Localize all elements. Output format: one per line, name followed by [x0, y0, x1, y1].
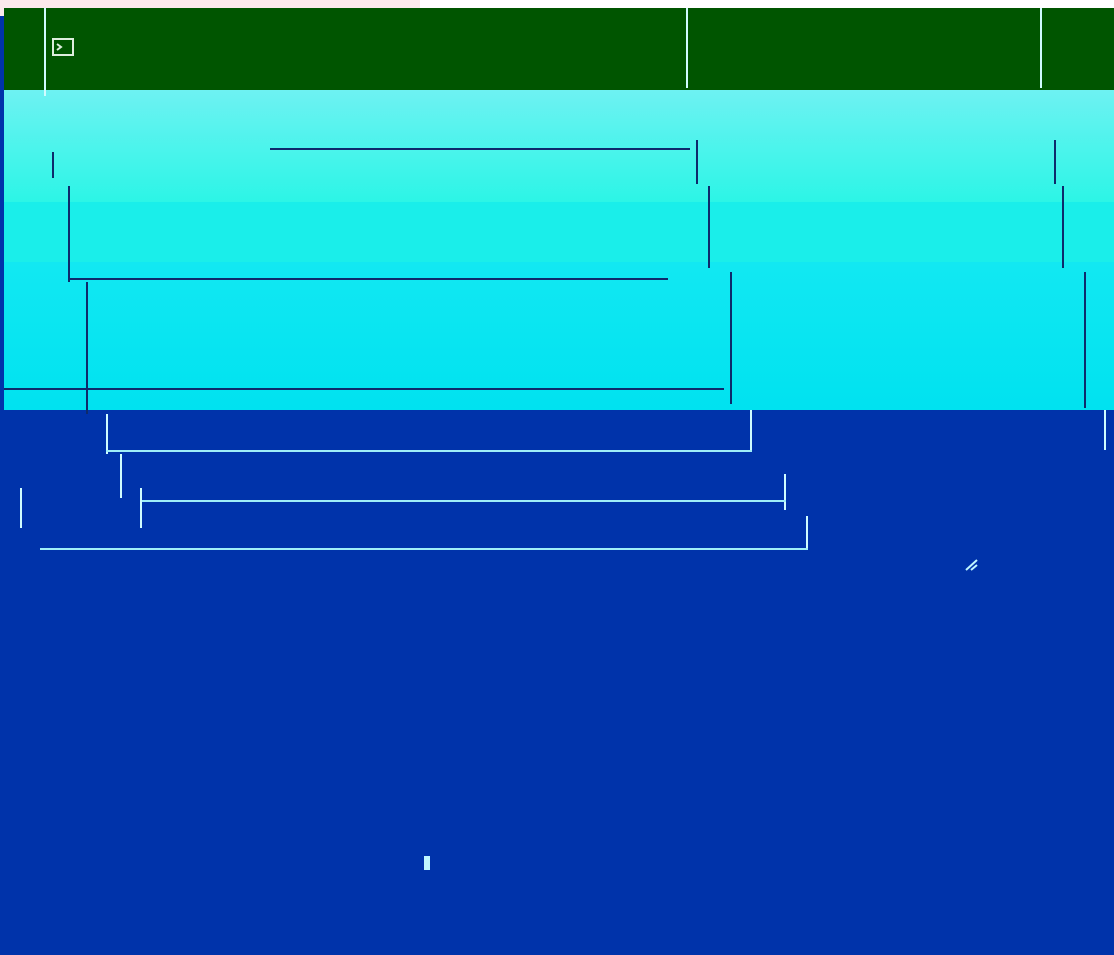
rule: [4, 388, 724, 390]
resize-handle-icon[interactable]: [964, 556, 978, 571]
rule: [696, 140, 698, 184]
title-bar: [4, 8, 1114, 90]
separator: [686, 8, 688, 88]
rule: [86, 282, 88, 414]
rule: [730, 272, 732, 404]
rule: [1084, 272, 1086, 408]
rule: [750, 410, 752, 450]
rule: [106, 414, 108, 454]
rule: [20, 488, 22, 528]
rule: [270, 148, 690, 150]
rule: [68, 278, 668, 280]
rule: [708, 186, 710, 268]
main-pane: [4, 410, 1114, 955]
rule: [52, 152, 54, 178]
rule: [784, 474, 786, 510]
rule: [106, 450, 752, 452]
rule: [1062, 186, 1064, 268]
terminal-icon[interactable]: [52, 36, 74, 58]
rule: [120, 454, 122, 498]
cursor: [424, 856, 430, 870]
rule: [68, 186, 70, 282]
separator: [1040, 8, 1042, 88]
rule: [140, 488, 142, 528]
rule: [140, 500, 786, 502]
rule: [1104, 410, 1106, 450]
separator: [44, 8, 46, 96]
output-band-1: [4, 90, 1114, 202]
output-band-2: [4, 202, 1114, 262]
rule: [40, 548, 808, 550]
rule: [1054, 140, 1056, 184]
rule: [806, 516, 808, 550]
